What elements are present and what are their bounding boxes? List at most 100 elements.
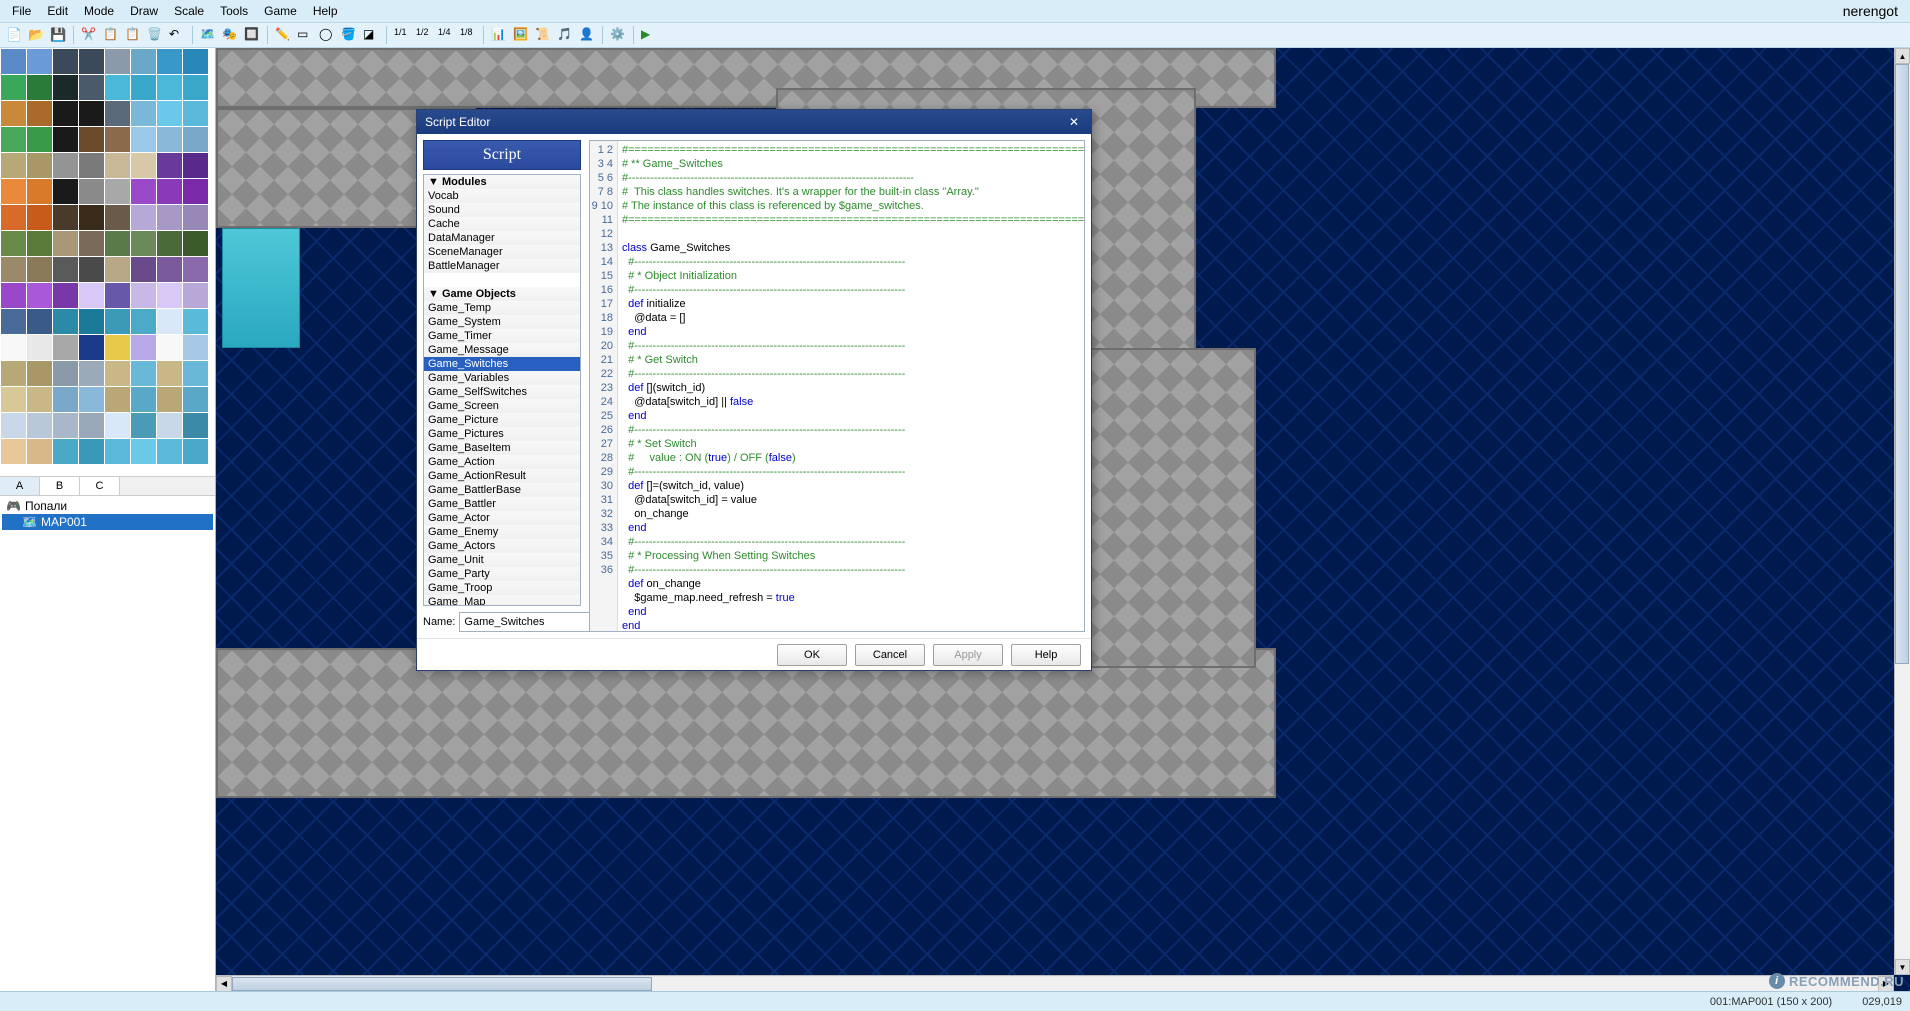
script-list-item[interactable]: Game_BattlerBase <box>424 483 580 497</box>
scroll-up-arrow-icon[interactable]: ▲ <box>1895 48 1910 64</box>
paste-button[interactable]: 📋 <box>123 25 143 45</box>
tile[interactable] <box>79 153 104 178</box>
tile[interactable] <box>157 309 182 334</box>
help-button[interactable]: Help <box>1011 644 1081 666</box>
tile[interactable] <box>53 439 78 464</box>
tile[interactable] <box>131 231 156 256</box>
zoom-1-1-button[interactable]: 1/1 <box>392 25 412 45</box>
script-list-item[interactable]: Game_Actor <box>424 511 580 525</box>
script-list-item[interactable]: Game_ActionResult <box>424 469 580 483</box>
tile[interactable] <box>79 101 104 126</box>
sound-test-button[interactable]: 🎵 <box>555 25 575 45</box>
tile[interactable] <box>1 153 26 178</box>
tile[interactable] <box>157 127 182 152</box>
tile[interactable] <box>157 257 182 282</box>
tile[interactable] <box>53 153 78 178</box>
tile[interactable] <box>1 309 26 334</box>
tile[interactable] <box>131 439 156 464</box>
draw-rect-button[interactable]: ▭ <box>295 25 315 45</box>
script-list-item[interactable]: Game_Actors <box>424 539 580 553</box>
tile[interactable] <box>131 153 156 178</box>
script-list-item[interactable]: Sound <box>424 203 580 217</box>
tile[interactable] <box>53 309 78 334</box>
resource-manager-button[interactable]: 🖼️ <box>511 25 531 45</box>
tile[interactable] <box>53 283 78 308</box>
tile[interactable] <box>183 101 208 126</box>
tile[interactable] <box>53 387 78 412</box>
tile[interactable] <box>131 75 156 100</box>
character-generator-button[interactable]: 👤 <box>577 25 597 45</box>
script-list-item[interactable]: Game_Action <box>424 455 580 469</box>
tile[interactable] <box>27 179 52 204</box>
tile[interactable] <box>131 387 156 412</box>
tile[interactable] <box>27 257 52 282</box>
canvas-horizontal-scrollbar[interactable]: ◀ ▶ <box>216 975 1894 991</box>
tile[interactable] <box>53 75 78 100</box>
script-list[interactable]: ▼ ModulesVocabSoundCacheDataManagerScene… <box>423 174 581 606</box>
tile[interactable] <box>157 153 182 178</box>
database-button[interactable]: 📊 <box>489 25 509 45</box>
script-list-item[interactable] <box>424 273 580 287</box>
tile[interactable] <box>105 309 130 334</box>
tile[interactable] <box>183 75 208 100</box>
tile[interactable] <box>53 413 78 438</box>
tile[interactable] <box>157 413 182 438</box>
horizontal-scroll-thumb[interactable] <box>232 977 652 991</box>
tile[interactable] <box>183 361 208 386</box>
draw-pencil-button[interactable]: ✏️ <box>273 25 293 45</box>
script-list-item[interactable]: Game_Unit <box>424 553 580 567</box>
tile[interactable] <box>27 309 52 334</box>
tile[interactable] <box>1 205 26 230</box>
tile[interactable] <box>27 153 52 178</box>
menu-edit[interactable]: Edit <box>39 2 76 20</box>
undo-button[interactable]: ↶ <box>167 25 187 45</box>
tile[interactable] <box>79 179 104 204</box>
close-icon[interactable]: ✕ <box>1065 113 1083 131</box>
tile[interactable] <box>1 101 26 126</box>
tile[interactable] <box>79 335 104 360</box>
copy-button[interactable]: 📋 <box>101 25 121 45</box>
ok-button[interactable]: OK <box>777 644 847 666</box>
script-list-item[interactable]: Cache <box>424 217 580 231</box>
tile[interactable] <box>105 283 130 308</box>
draw-shadow-button[interactable]: ◪ <box>361 25 381 45</box>
tile[interactable] <box>79 439 104 464</box>
tile[interactable] <box>183 387 208 412</box>
script-list-item[interactable]: BattleManager <box>424 259 580 273</box>
tile[interactable] <box>157 75 182 100</box>
tile[interactable] <box>131 257 156 282</box>
script-list-item[interactable]: Game_System <box>424 315 580 329</box>
tile[interactable] <box>105 75 130 100</box>
script-list-item[interactable]: ▼ Game Objects <box>424 287 580 301</box>
tile[interactable] <box>79 283 104 308</box>
tile[interactable] <box>157 49 182 74</box>
tile[interactable] <box>53 335 78 360</box>
mode-map-button[interactable]: 🗺️ <box>198 25 218 45</box>
zoom-1-2-button[interactable]: 1/2 <box>414 25 434 45</box>
script-list-item[interactable]: Game_Pictures <box>424 427 580 441</box>
tile[interactable] <box>105 127 130 152</box>
menu-draw[interactable]: Draw <box>122 2 166 20</box>
tile[interactable] <box>131 179 156 204</box>
tile[interactable] <box>1 335 26 360</box>
tile[interactable] <box>79 127 104 152</box>
tile[interactable] <box>27 49 52 74</box>
delete-button[interactable]: 🗑️ <box>145 25 165 45</box>
tile[interactable] <box>131 361 156 386</box>
tile[interactable] <box>131 335 156 360</box>
tile[interactable] <box>157 231 182 256</box>
tile[interactable] <box>53 101 78 126</box>
tile[interactable] <box>157 361 182 386</box>
menu-game[interactable]: Game <box>256 2 305 20</box>
draw-ellipse-button[interactable]: ◯ <box>317 25 337 45</box>
tile[interactable] <box>183 231 208 256</box>
tile[interactable] <box>105 361 130 386</box>
tileset-palette[interactable] <box>0 48 215 476</box>
tile[interactable] <box>183 153 208 178</box>
tile[interactable] <box>27 127 52 152</box>
menu-tools[interactable]: Tools <box>212 2 256 20</box>
zoom-1-8-button[interactable]: 1/8 <box>458 25 478 45</box>
tile[interactable] <box>79 75 104 100</box>
tile[interactable] <box>27 439 52 464</box>
tile[interactable] <box>131 49 156 74</box>
